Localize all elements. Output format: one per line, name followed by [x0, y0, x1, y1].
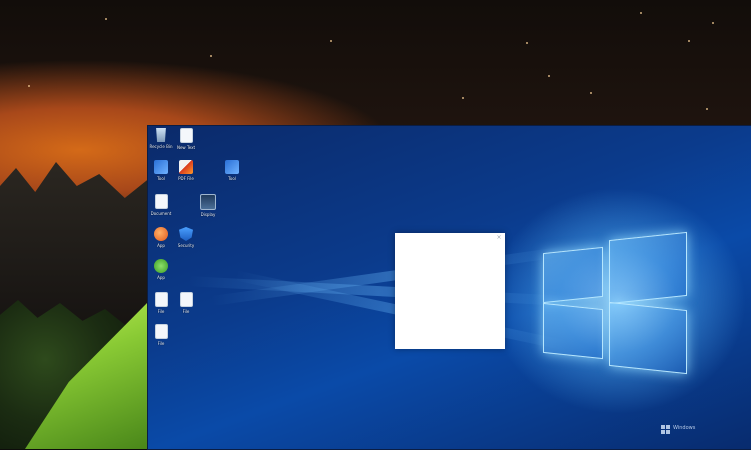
star — [105, 18, 107, 20]
desktop-icon-6[interactable]: Display — [195, 194, 221, 217]
star — [526, 42, 528, 44]
windows-logo-pane — [543, 246, 603, 304]
star — [28, 85, 30, 87]
star — [640, 12, 642, 14]
windows-logo-pane — [609, 231, 687, 305]
desktop-icon-2[interactable]: Tool — [148, 160, 174, 181]
desktop-icon-8[interactable]: Security — [173, 227, 199, 248]
document-icon — [179, 128, 193, 143]
green-app-icon — [154, 259, 168, 273]
windows-logo — [543, 231, 693, 376]
desktop-icon-4[interactable]: Tool — [219, 160, 245, 181]
watermark-line2 — [673, 431, 695, 437]
watermark-line1: Windows — [673, 425, 696, 431]
pdf-icon — [179, 160, 193, 174]
close-icon[interactable]: × — [495, 234, 503, 241]
blank-window[interactable]: × — [395, 233, 505, 349]
desktop-icon-12[interactable]: File — [148, 324, 174, 346]
shield-icon — [179, 227, 193, 241]
desktop-icon-11[interactable]: File — [173, 292, 199, 314]
windows-watermark: Windows — [661, 425, 695, 437]
windows-logo-pane — [543, 302, 603, 360]
star — [210, 55, 212, 57]
windows-logo-icon — [661, 425, 670, 434]
star — [330, 40, 332, 42]
desktop-icon-3[interactable]: PDF File — [173, 160, 199, 181]
desktop-icon-10[interactable]: File — [148, 292, 174, 314]
windows-logo-pane — [609, 301, 687, 375]
desktop-icon-9[interactable]: App — [148, 259, 174, 280]
desktop-icon-5[interactable]: Document — [148, 194, 174, 216]
app-icon — [225, 160, 239, 174]
app-icon — [154, 160, 168, 174]
orange-app-icon — [154, 227, 168, 241]
star — [688, 40, 690, 42]
star — [462, 97, 464, 99]
recycle-bin-icon — [156, 128, 166, 142]
star — [712, 22, 714, 24]
monitor-icon — [200, 194, 216, 210]
document-icon — [154, 292, 168, 307]
desktop-icon-7[interactable]: App — [148, 227, 174, 248]
star — [548, 75, 550, 77]
star — [706, 108, 708, 110]
star — [590, 92, 592, 94]
desktop-icon-0[interactable]: Recycle Bin — [148, 128, 174, 149]
remote-desktop-window[interactable]: Recycle Bin New Text Tool PDF File Tool … — [148, 126, 751, 449]
document-icon — [179, 292, 193, 307]
desktop-icon-1[interactable]: New Text — [173, 128, 199, 150]
document-icon — [154, 194, 168, 209]
document-icon — [154, 324, 168, 339]
